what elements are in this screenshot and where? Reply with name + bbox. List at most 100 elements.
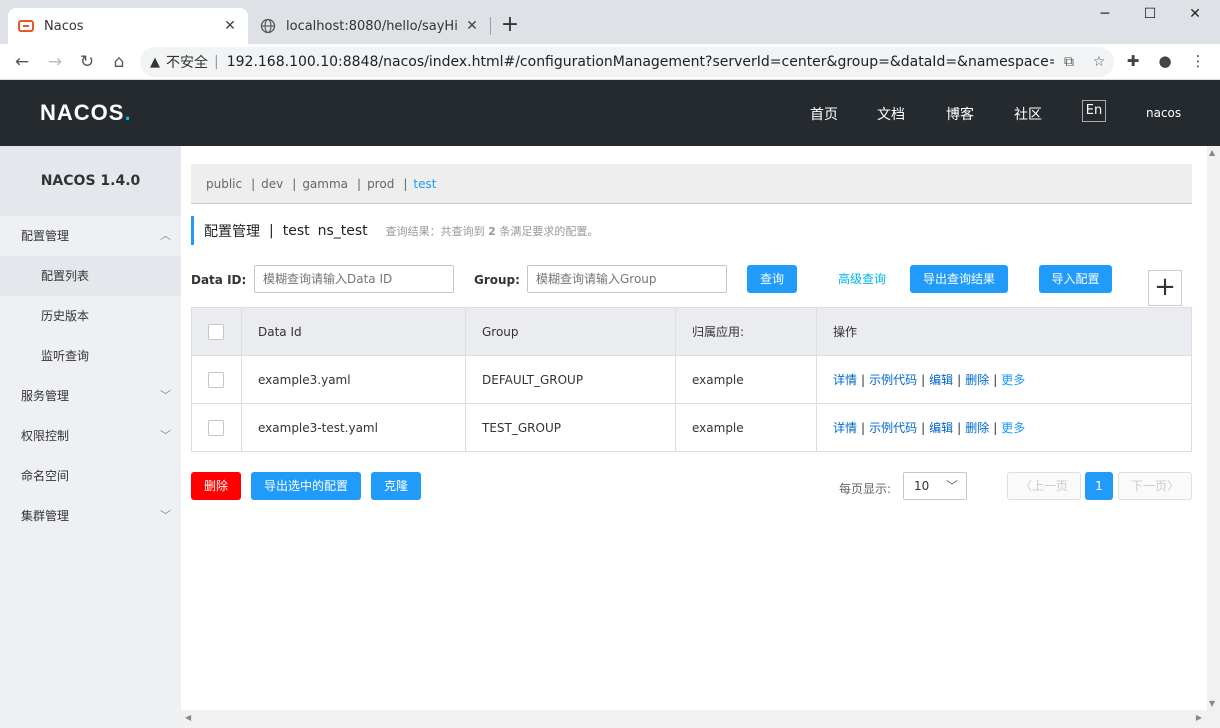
- query-button[interactable]: 查询: [747, 265, 797, 293]
- col-header-group: Group: [465, 307, 676, 356]
- op-sep: |: [993, 373, 998, 387]
- logo-dot: .: [124, 100, 132, 125]
- export-results-button[interactable]: 导出查询结果: [910, 265, 1008, 293]
- language-toggle[interactable]: En: [1082, 100, 1106, 122]
- nacos-logo[interactable]: NACOS.: [40, 100, 132, 126]
- delete-link[interactable]: 删除: [965, 421, 989, 435]
- nav-community[interactable]: 社区: [1014, 104, 1042, 124]
- delete-link[interactable]: 删除: [965, 373, 989, 387]
- home-icon[interactable]: ⌂: [107, 50, 131, 74]
- scroll-left-icon[interactable]: ◀: [185, 713, 191, 722]
- nav-blog[interactable]: 博客: [946, 104, 974, 124]
- row-checkbox[interactable]: [208, 371, 224, 388]
- add-config-button[interactable]: +: [1148, 270, 1182, 306]
- ns-separator: |: [251, 176, 256, 191]
- detail-link[interactable]: 详情: [833, 373, 857, 387]
- sidebar-item-label: 集群管理: [21, 509, 70, 523]
- maximize-icon[interactable]: ☐: [1135, 6, 1165, 26]
- group-cell: TEST_GROUP: [465, 403, 676, 452]
- new-tab-icon[interactable]: +: [498, 14, 522, 38]
- window-close-icon[interactable]: ✕: [1180, 6, 1210, 26]
- sidebar-item-auth[interactable]: 权限控制 ﹀: [0, 416, 181, 456]
- namespace-prod[interactable]: prod: [367, 177, 394, 191]
- config-table: Data Id Group 归属应用: 操作 example3.yaml DEF…: [191, 307, 1192, 452]
- close-tab-icon[interactable]: ✕: [222, 18, 238, 34]
- forward-icon[interactable]: →: [43, 50, 67, 74]
- edit-link[interactable]: 编辑: [929, 373, 953, 387]
- more-link[interactable]: 更多: [1001, 373, 1025, 387]
- sidebar-title: NACOS 1.4.0: [0, 146, 181, 216]
- namespace-test[interactable]: test: [413, 177, 436, 191]
- sidebar-item-config[interactable]: 配置管理 ︿: [0, 216, 181, 256]
- row-checkbox[interactable]: [208, 419, 224, 436]
- checkbox-cell: [191, 403, 242, 452]
- browser-tab-localhost[interactable]: localhost:8080/hello/sayHi ✕: [250, 8, 490, 44]
- dataid-input[interactable]: [254, 265, 454, 293]
- sidebar-subitem-config-list[interactable]: 配置列表: [0, 256, 181, 296]
- close-tab-icon[interactable]: ✕: [464, 18, 480, 34]
- sample-code-link[interactable]: 示例代码: [869, 421, 917, 435]
- page-size-select[interactable]: 10 ﹀: [903, 472, 967, 500]
- current-page-button[interactable]: 1: [1085, 472, 1113, 500]
- scroll-up-icon[interactable]: ▲: [1209, 148, 1215, 157]
- vertical-scrollbar[interactable]: ▲ ▼: [1207, 146, 1220, 710]
- select-all-checkbox[interactable]: [208, 323, 224, 340]
- url-text[interactable]: 192.168.100.10:8848/nacos/index.html#/co…: [227, 54, 1054, 70]
- sample-code-link[interactable]: 示例代码: [869, 373, 917, 387]
- import-config-button[interactable]: 导入配置: [1039, 265, 1112, 293]
- minimize-icon[interactable]: ─: [1090, 6, 1120, 26]
- tab-title: localhost:8080/hello/sayHi: [286, 18, 458, 34]
- user-name[interactable]: nacos: [1146, 106, 1181, 120]
- nav-docs[interactable]: 文档: [877, 104, 905, 124]
- sidebar-item-namespace[interactable]: 命名空间: [0, 456, 181, 496]
- edit-link[interactable]: 编辑: [929, 421, 953, 435]
- reload-icon[interactable]: ↻: [75, 50, 99, 74]
- scroll-down-icon[interactable]: ▼: [1209, 699, 1215, 708]
- ns-separator: |: [403, 176, 408, 191]
- sidebar-item-cluster[interactable]: 集群管理 ﹀: [0, 496, 181, 536]
- more-link[interactable]: 更多: [1001, 421, 1025, 435]
- sidebar-subitem-listener[interactable]: 监听查询: [0, 336, 181, 376]
- clone-button[interactable]: 克隆: [371, 472, 421, 500]
- ns-separator: |: [357, 176, 362, 191]
- profile-icon[interactable]: ●: [1154, 52, 1176, 74]
- result-prefix: 查询结果：共查询到: [385, 224, 485, 238]
- advanced-query-link[interactable]: 高级查询: [838, 265, 886, 293]
- chevron-down-icon: ﹀: [160, 389, 171, 402]
- translate-icon[interactable]: ⧉: [1054, 54, 1084, 70]
- scroll-right-icon[interactable]: ▶: [1196, 713, 1202, 722]
- menu-kebab-icon[interactable]: ⋮: [1187, 52, 1209, 74]
- table-header-row: Data Id Group 归属应用: 操作: [191, 307, 1192, 356]
- sidebar-item-label: 命名空间: [21, 469, 70, 483]
- browser-tab-nacos[interactable]: Nacos ✕: [8, 8, 248, 44]
- tab-separator: [490, 17, 491, 35]
- sidebar: NACOS 1.4.0 配置管理 ︿ 配置列表 历史版本 监听查询 服务管理 ﹀…: [0, 146, 181, 728]
- address-bar[interactable]: ▲ 不安全 | 192.168.100.10:8848/nacos/index.…: [140, 47, 1114, 77]
- horizontal-scrollbar[interactable]: ◀ ▶: [181, 710, 1220, 728]
- delete-button[interactable]: 删除: [191, 472, 241, 500]
- bookmark-star-icon[interactable]: ☆: [1084, 54, 1114, 70]
- prev-page-button[interactable]: 〈上一页: [1007, 472, 1081, 500]
- logo-text: NACOS: [40, 100, 125, 125]
- group-label: Group:: [474, 273, 520, 287]
- table-row: example3-test.yaml TEST_GROUP example 详情…: [191, 403, 1192, 452]
- next-page-button[interactable]: 下一页〉: [1118, 472, 1192, 500]
- sidebar-subitem-history[interactable]: 历史版本: [0, 296, 181, 336]
- query-result-text: 查询结果：共查询到 2 条满足要求的配置。: [386, 223, 599, 239]
- group-input[interactable]: [527, 265, 727, 293]
- sidebar-item-service[interactable]: 服务管理 ﹀: [0, 376, 181, 416]
- namespace-id: ns_test: [317, 222, 368, 239]
- namespace-public[interactable]: public: [206, 177, 242, 191]
- nav-home[interactable]: 首页: [810, 104, 838, 124]
- back-icon[interactable]: ←: [10, 50, 34, 74]
- namespace-dev[interactable]: dev: [261, 177, 283, 191]
- export-selected-button[interactable]: 导出选中的配置: [251, 472, 361, 500]
- sidebar-item-label: 配置管理: [21, 229, 70, 243]
- detail-link[interactable]: 详情: [833, 421, 857, 435]
- title-divider: |: [269, 222, 274, 239]
- chevron-down-icon: ﹀: [160, 429, 171, 442]
- prev-label: 上一页: [1032, 479, 1069, 493]
- chevron-down-icon: ﹀: [160, 509, 171, 522]
- extensions-icon[interactable]: ✚: [1122, 52, 1144, 74]
- namespace-gamma[interactable]: gamma: [302, 177, 348, 191]
